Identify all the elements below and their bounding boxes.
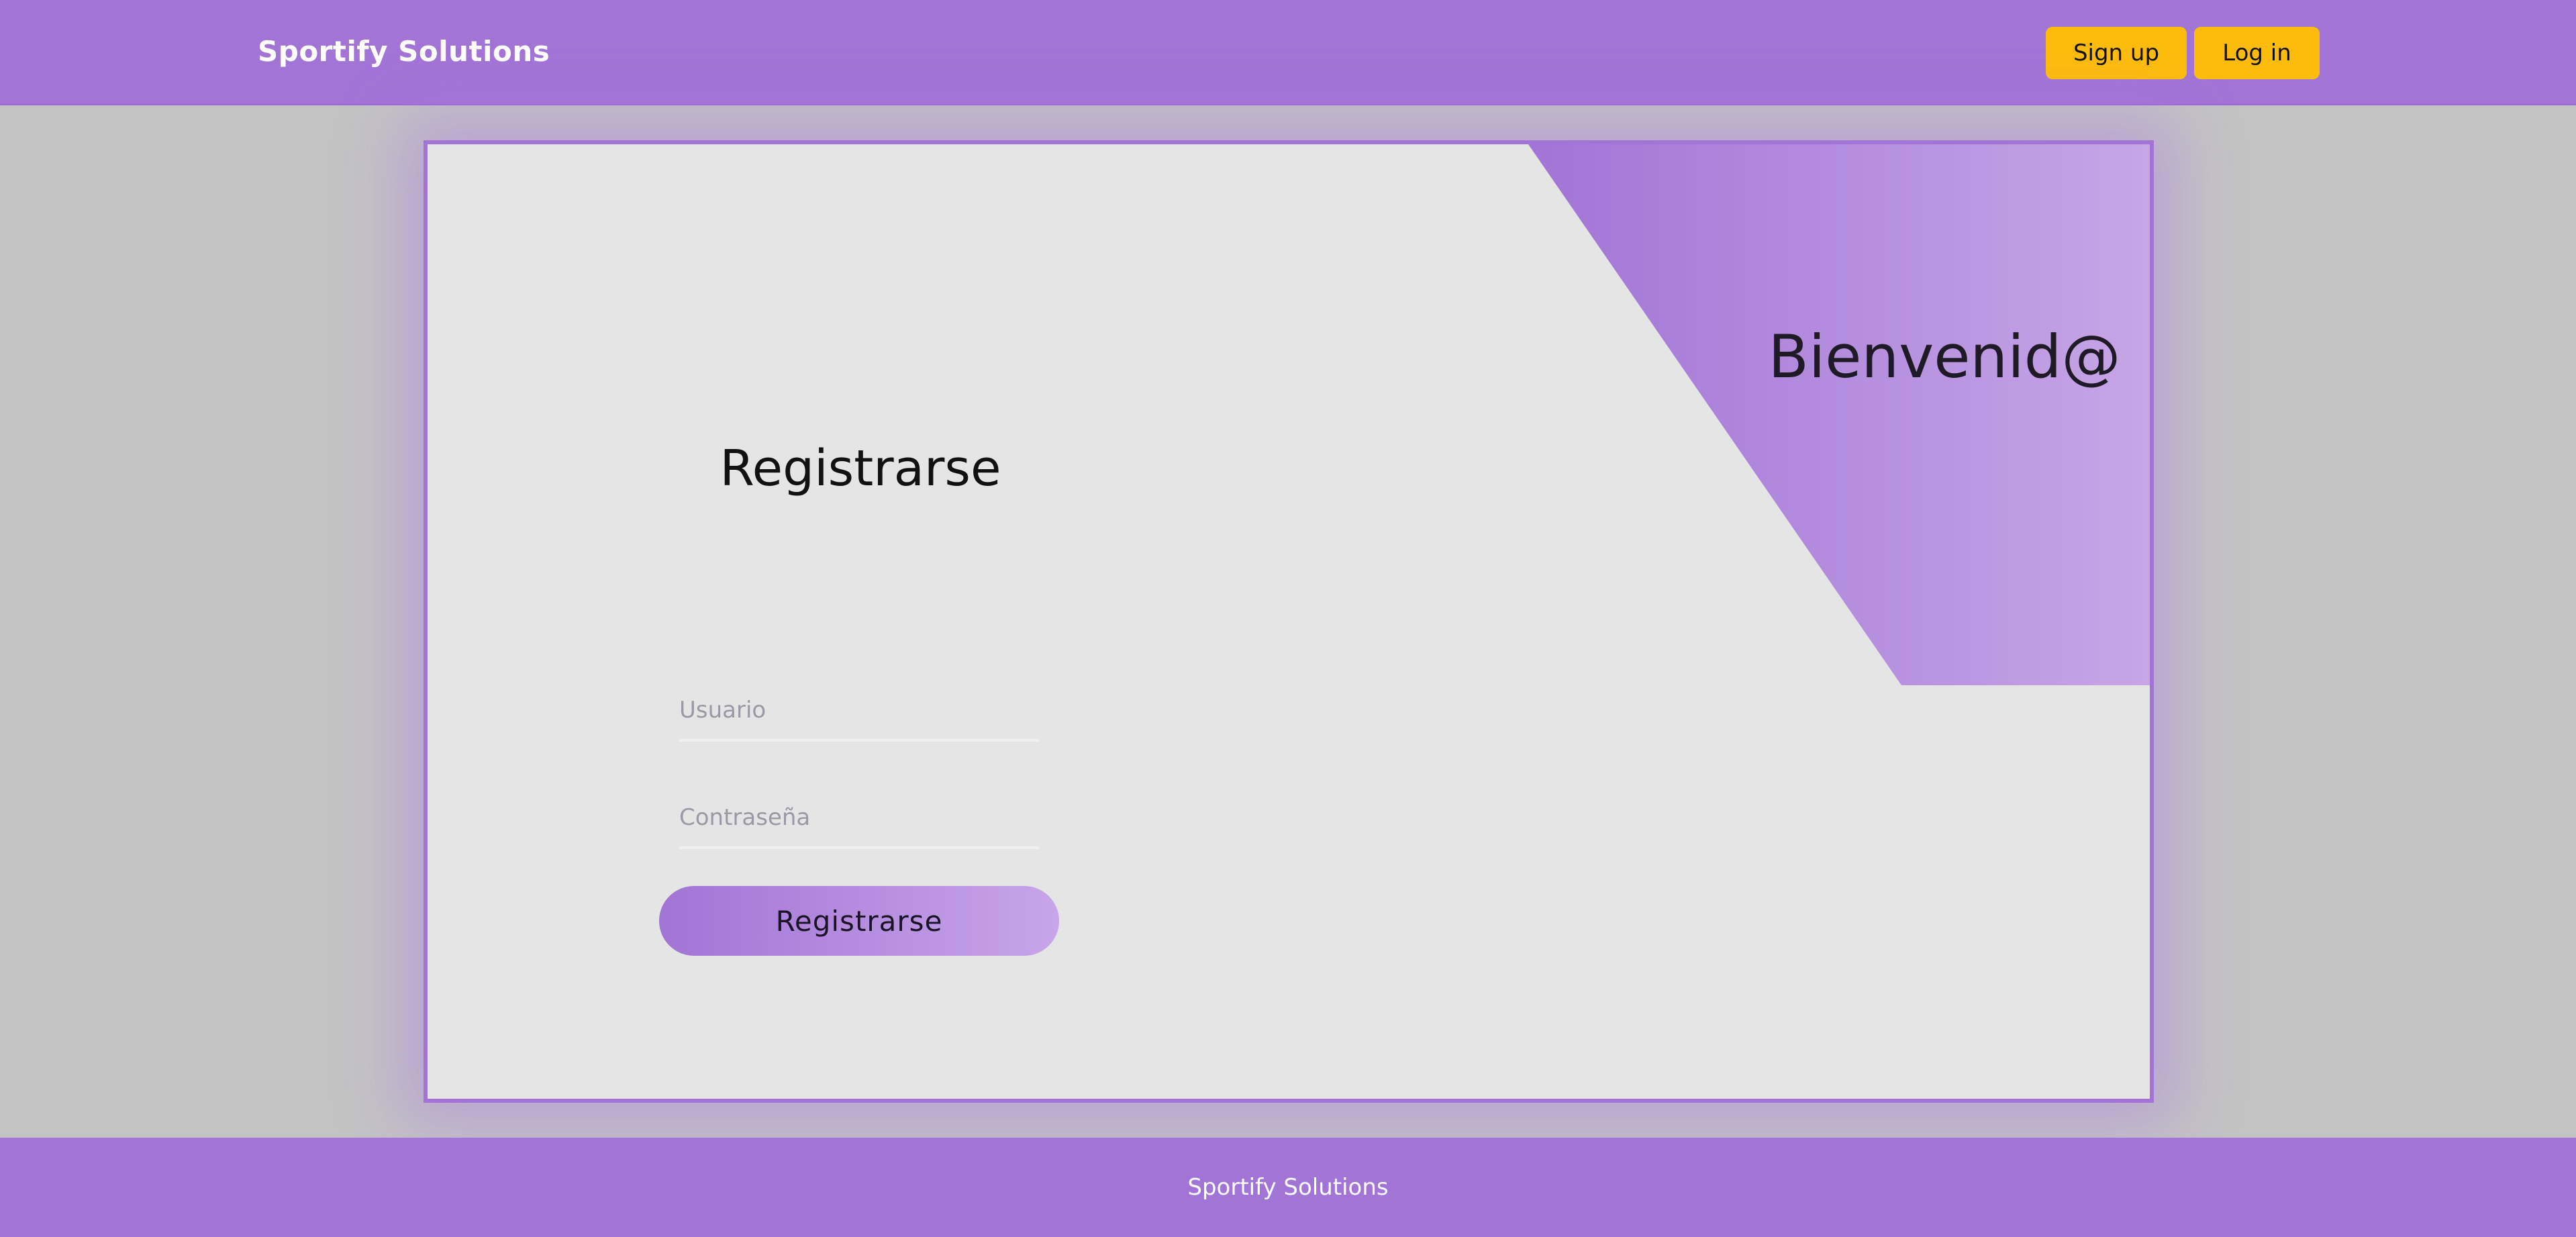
form-title: Registrarse — [720, 440, 1001, 497]
password-input[interactable] — [679, 789, 1039, 849]
username-input[interactable] — [679, 681, 1039, 742]
top-navbar: Sportify Solutions Sign up Log in — [0, 0, 2576, 105]
welcome-heading: Bienvenid@ — [1768, 322, 2121, 391]
register-card: Bienvenid@ Registrarse Registrarse — [424, 140, 2154, 1103]
register-submit-button[interactable]: Registrarse — [659, 886, 1059, 956]
footer-brand-text: Sportify Solutions — [1187, 1174, 1389, 1201]
sign-up-button[interactable]: Sign up — [2046, 27, 2187, 79]
welcome-panel-shape — [1528, 144, 2150, 685]
welcome-panel: Bienvenid@ — [428, 144, 2150, 1099]
brand-logo-text[interactable]: Sportify Solutions — [258, 35, 550, 68]
footer: Sportify Solutions — [0, 1138, 2576, 1237]
log-in-button[interactable]: Log in — [2194, 27, 2320, 79]
